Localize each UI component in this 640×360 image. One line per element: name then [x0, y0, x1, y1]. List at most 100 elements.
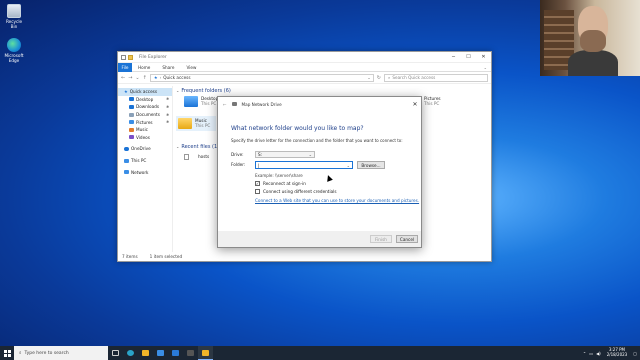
webcam-overlay	[540, 0, 640, 76]
back-icon[interactable]: ←	[121, 75, 125, 81]
credentials-checkbox[interactable]	[255, 189, 260, 194]
taskbar-task-view[interactable]	[108, 346, 123, 360]
nav-item-downloads[interactable]: Downloads ✱	[118, 103, 172, 111]
maximize-button[interactable]: ☐	[461, 52, 476, 62]
tab-view[interactable]: View	[180, 65, 202, 70]
pin-icon: ✱	[165, 120, 169, 125]
nav-item-label: Downloads	[136, 104, 159, 110]
file-icon	[184, 154, 189, 160]
taskbar-search[interactable]: ⌕ Type here to search	[14, 346, 108, 360]
search-box[interactable]: ⌕ Search Quick access	[384, 73, 488, 82]
taskbar-file-explorer[interactable]	[138, 346, 153, 360]
dialog-footer: Finish Cancel	[218, 231, 421, 247]
task-view-icon	[112, 350, 119, 356]
desktop-folder-icon	[184, 96, 198, 107]
chevron-down-icon[interactable]: ⌄	[347, 163, 350, 168]
folder-location: This PC	[201, 101, 217, 106]
start-button[interactable]	[0, 346, 14, 360]
pin-icon: ✱	[165, 112, 169, 117]
desktop-icon-label: Recycle Bin	[5, 19, 23, 29]
clock[interactable]: 3:27 PM 2/18/2023	[607, 348, 628, 357]
search-icon: ⌕	[19, 351, 22, 356]
recent-locations-icon[interactable]: ⌄	[135, 75, 139, 81]
tray-overflow-icon[interactable]: ⌃	[583, 351, 586, 356]
taskbar-explorer-window[interactable]	[198, 346, 213, 360]
search-icon: ⌕	[388, 75, 391, 80]
window-controls: ─ ☐ ✕	[446, 52, 491, 62]
videos-icon	[129, 135, 134, 140]
nav-item-quick-access[interactable]: ★ Quick access	[118, 88, 172, 96]
nav-item-documents[interactable]: Documents ✱	[118, 111, 172, 119]
drive-select[interactable]: S: ⌄	[255, 151, 315, 158]
nav-item-pictures[interactable]: Pictures ✱	[118, 118, 172, 126]
search-placeholder: Search Quick access	[392, 75, 436, 80]
folder-tile-music[interactable]: Music This PC	[176, 116, 217, 131]
store-icon	[157, 350, 164, 356]
back-icon[interactable]: ←	[223, 102, 227, 107]
network-icon[interactable]: ▭	[589, 351, 593, 356]
expand-ribbon-icon[interactable]: ⌄	[484, 65, 487, 70]
nav-item-label: This PC	[131, 158, 147, 164]
windows-icon	[3, 349, 11, 357]
chevron-down-icon: ⌄	[308, 152, 312, 157]
frequent-folders-header[interactable]: ⌄ Frequent folders (6)	[176, 86, 491, 95]
star-icon: ★	[124, 89, 128, 95]
folder-input[interactable]: | ⌄	[255, 161, 353, 169]
reconnect-checkbox-row[interactable]: ✓ Reconnect at sign-in	[255, 181, 306, 186]
refresh-icon[interactable]: ↻	[377, 75, 381, 81]
new-folder-icon[interactable]	[128, 54, 133, 60]
folder-tile-pictures[interactable]: Pictures This PC	[424, 96, 441, 106]
volume-icon[interactable]: ◀)	[596, 351, 601, 356]
nav-item-this-pc[interactable]: This PC	[118, 157, 172, 165]
selection-count: 1 item selected	[149, 254, 183, 259]
taskbar-mail[interactable]	[168, 346, 183, 360]
close-button[interactable]: ✕	[409, 101, 421, 108]
nav-item-label: Pictures	[136, 119, 153, 125]
nav-item-network[interactable]: Network	[118, 168, 172, 176]
nav-item-label: Network	[131, 169, 149, 175]
onedrive-icon	[124, 146, 129, 151]
nav-item-videos[interactable]: Videos	[118, 134, 172, 142]
notifications-icon[interactable]: ▢	[633, 351, 637, 356]
minimize-button[interactable]: ─	[446, 52, 461, 62]
cancel-button[interactable]: Cancel	[396, 235, 418, 243]
collapse-icon: ⌄	[176, 144, 180, 149]
taskbar-store[interactable]	[153, 346, 168, 360]
nav-item-desktop[interactable]: Desktop ✱	[118, 96, 172, 104]
credentials-checkbox-row[interactable]: Connect using different credentials	[255, 189, 337, 194]
taskbar-camera[interactable]	[183, 346, 198, 360]
nav-item-onedrive[interactable]: OneDrive	[118, 145, 172, 153]
nav-item-music[interactable]: Music	[118, 126, 172, 134]
quick-access-properties-icon[interactable]	[121, 54, 126, 60]
tab-home[interactable]: Home	[132, 65, 156, 70]
desktop-icon-edge[interactable]: Microsoft Edge	[2, 38, 26, 63]
explorer-titlebar: File Explorer ─ ☐ ✕	[118, 52, 491, 63]
web-storage-link[interactable]: Connect to a Web site that you can use t…	[255, 198, 419, 203]
music-folder-icon	[178, 118, 192, 129]
quick-access-toolbar	[121, 54, 133, 60]
browse-button[interactable]: Browse...	[357, 161, 385, 169]
tab-share[interactable]: Share	[156, 65, 180, 70]
nav-item-label: Documents	[136, 112, 160, 118]
ribbon-tabs: File Home Share View ⌄	[118, 62, 491, 72]
forward-icon[interactable]: →	[128, 75, 132, 81]
address-bar[interactable]: ★ › Quick access ⌄	[149, 73, 374, 82]
reconnect-checkbox[interactable]: ✓	[255, 181, 260, 186]
folder-value: |	[258, 162, 260, 168]
status-bar: 7 items 1 item selected	[118, 252, 491, 261]
address-dropdown-icon[interactable]: ⌄	[367, 75, 371, 80]
desktop-icon-label: Microsoft Edge	[4, 53, 24, 63]
finish-button[interactable]: Finish	[370, 235, 392, 243]
recent-file-item[interactable]: hosts	[184, 154, 209, 160]
taskbar-edge[interactable]	[123, 346, 138, 360]
up-icon[interactable]: ↑	[143, 75, 147, 81]
clock-date: 2/18/2023	[606, 352, 628, 357]
navigation-pane: ★ Quick access Desktop ✱ Downloads ✱ Doc…	[118, 86, 173, 252]
folder-tile-desktop[interactable]: Desktop This PC	[184, 96, 218, 107]
camera-icon	[187, 350, 194, 356]
nav-item-label: Quick access	[129, 89, 158, 95]
recent-files-header[interactable]: ⌄ Recent files (1)	[176, 142, 219, 151]
desktop-icon-recycle-bin[interactable]: Recycle Bin	[2, 4, 26, 29]
tab-file[interactable]: File	[118, 62, 132, 72]
close-button[interactable]: ✕	[476, 52, 491, 62]
